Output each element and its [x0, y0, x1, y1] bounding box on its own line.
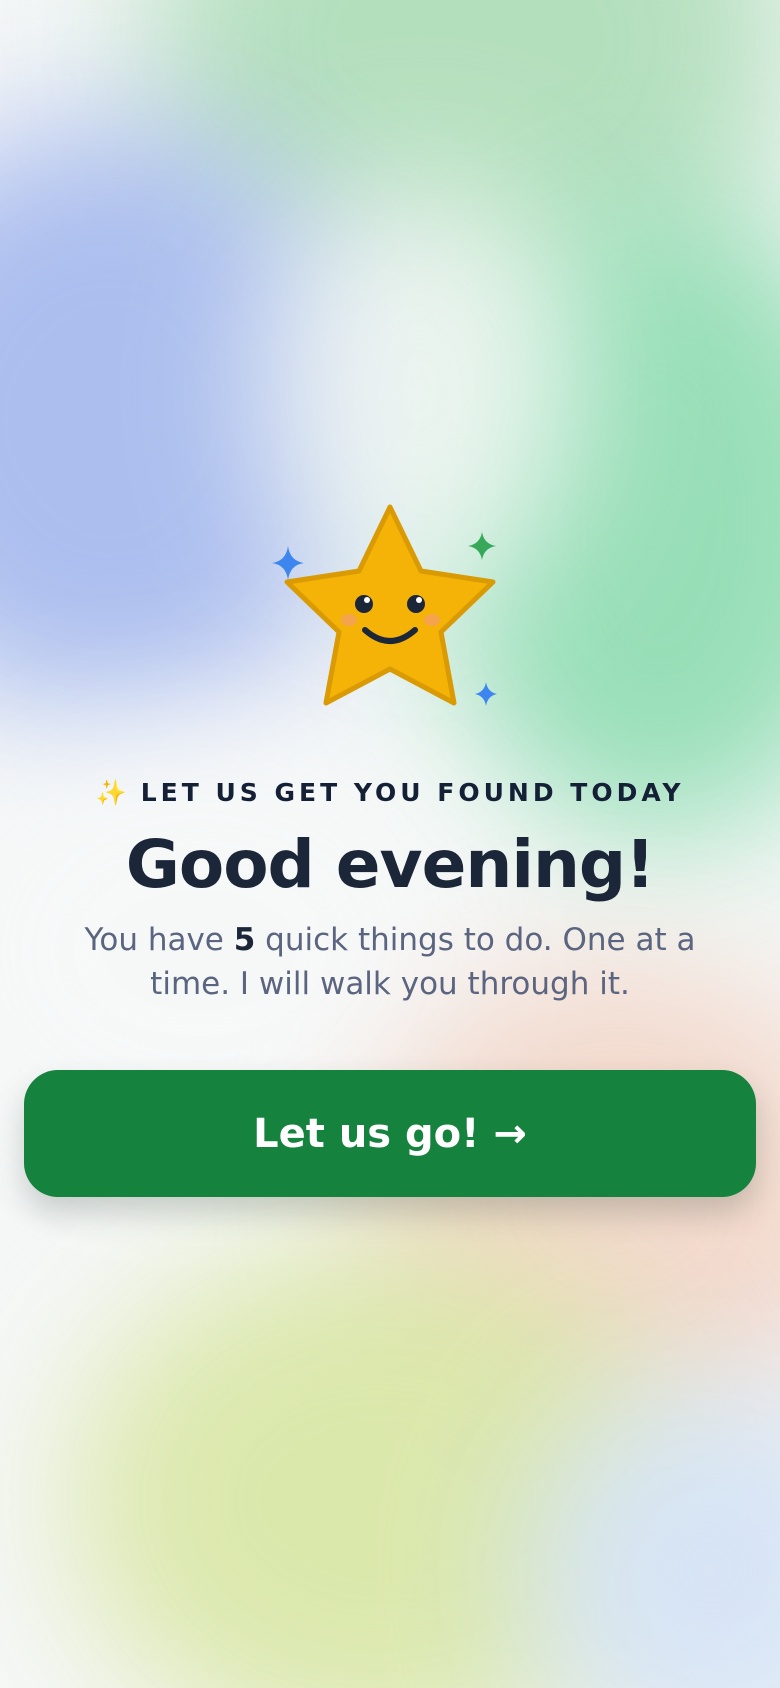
greeting-title: Good evening! — [125, 826, 656, 903]
start-button[interactable]: Let us go! → — [24, 1070, 756, 1197]
sparkle-green-icon — [468, 532, 496, 560]
sparkle-blue-small-icon — [475, 682, 497, 706]
eyebrow-text: LET US GET YOU FOUND TODAY — [140, 778, 685, 807]
task-summary: You have 5 quick things to do. One at a … — [40, 918, 740, 1006]
welcome-screen: ✨ LET US GET YOU FOUND TODAY Good evening… — [0, 0, 780, 1688]
sparkles-icon: ✨ — [95, 778, 127, 807]
sparkle-blue-icon — [272, 546, 304, 580]
mascot-illustration — [272, 504, 497, 706]
eyebrow-tagline: ✨ LET US GET YOU FOUND TODAY — [0, 778, 780, 808]
smiling-star-icon — [284, 504, 496, 706]
task-count: 5 — [233, 922, 256, 958]
task-summary-prefix: You have — [84, 922, 234, 958]
